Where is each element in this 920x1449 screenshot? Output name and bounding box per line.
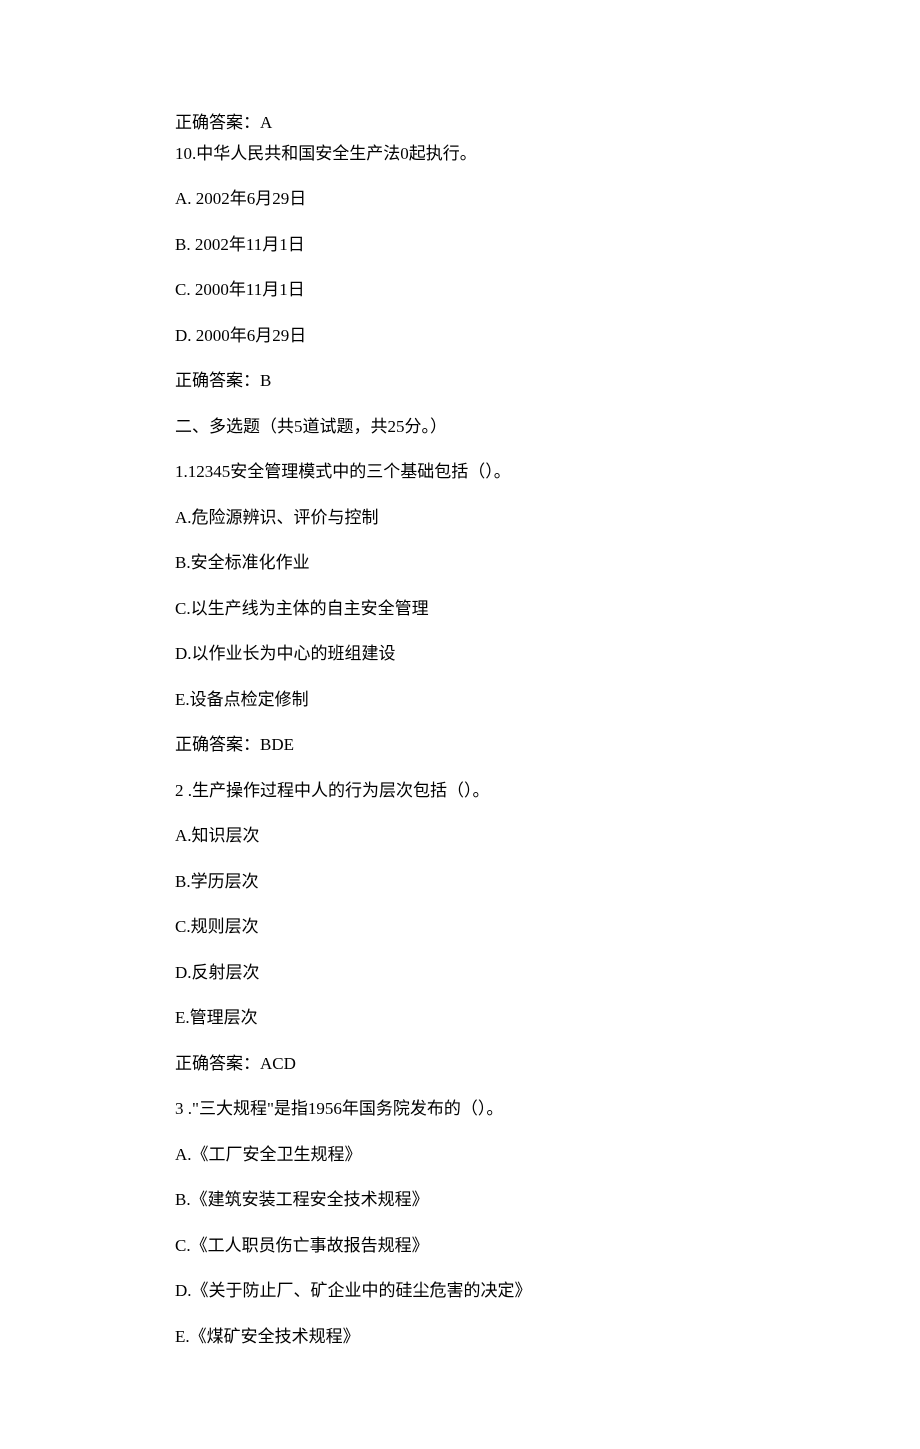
section-header: 二、多选题（共5道试题，共25分。） bbox=[175, 414, 745, 440]
option: C.规则层次 bbox=[175, 914, 745, 940]
option: D.以作业长为中心的班组建设 bbox=[175, 641, 745, 667]
option: E.《煤矿安全技术规程》 bbox=[175, 1324, 745, 1350]
option: A. 2002年6月29日 bbox=[175, 186, 745, 212]
question-stem: 10.中华人民共和国安全生产法0起执行。 bbox=[175, 141, 745, 167]
question-stem: 2 .生产操作过程中人的行为层次包括（）。 bbox=[175, 778, 745, 804]
option: C. 2000年11月1日 bbox=[175, 277, 745, 303]
option: C.《工人职员伤亡事故报告规程》 bbox=[175, 1233, 745, 1259]
question-stem: 3 ."三大规程"是指1956年国务院发布的（）。 bbox=[175, 1096, 745, 1122]
answer-label: 正确答案：A bbox=[175, 110, 745, 136]
option: D.《关于防止厂、矿企业中的硅尘危害的决定》 bbox=[175, 1278, 745, 1304]
option: B.安全标准化作业 bbox=[175, 550, 745, 576]
option: E.设备点检定修制 bbox=[175, 687, 745, 713]
option: B.学历层次 bbox=[175, 869, 745, 895]
option: C.以生产线为主体的自主安全管理 bbox=[175, 596, 745, 622]
option: A.《工厂安全卫生规程》 bbox=[175, 1142, 745, 1168]
option: A.知识层次 bbox=[175, 823, 745, 849]
option: D.反射层次 bbox=[175, 960, 745, 986]
answer-label: 正确答案：ACD bbox=[175, 1051, 745, 1077]
option: D. 2000年6月29日 bbox=[175, 323, 745, 349]
answer-label: 正确答案：B bbox=[175, 368, 745, 394]
answer-label: 正确答案：BDE bbox=[175, 732, 745, 758]
option: B.《建筑安装工程安全技术规程》 bbox=[175, 1187, 745, 1213]
option: A.危险源辨识、评价与控制 bbox=[175, 505, 745, 531]
option: B. 2002年11月1日 bbox=[175, 232, 745, 258]
option: E.管理层次 bbox=[175, 1005, 745, 1031]
question-stem: 1.12345安全管理模式中的三个基础包括（）。 bbox=[175, 459, 745, 485]
